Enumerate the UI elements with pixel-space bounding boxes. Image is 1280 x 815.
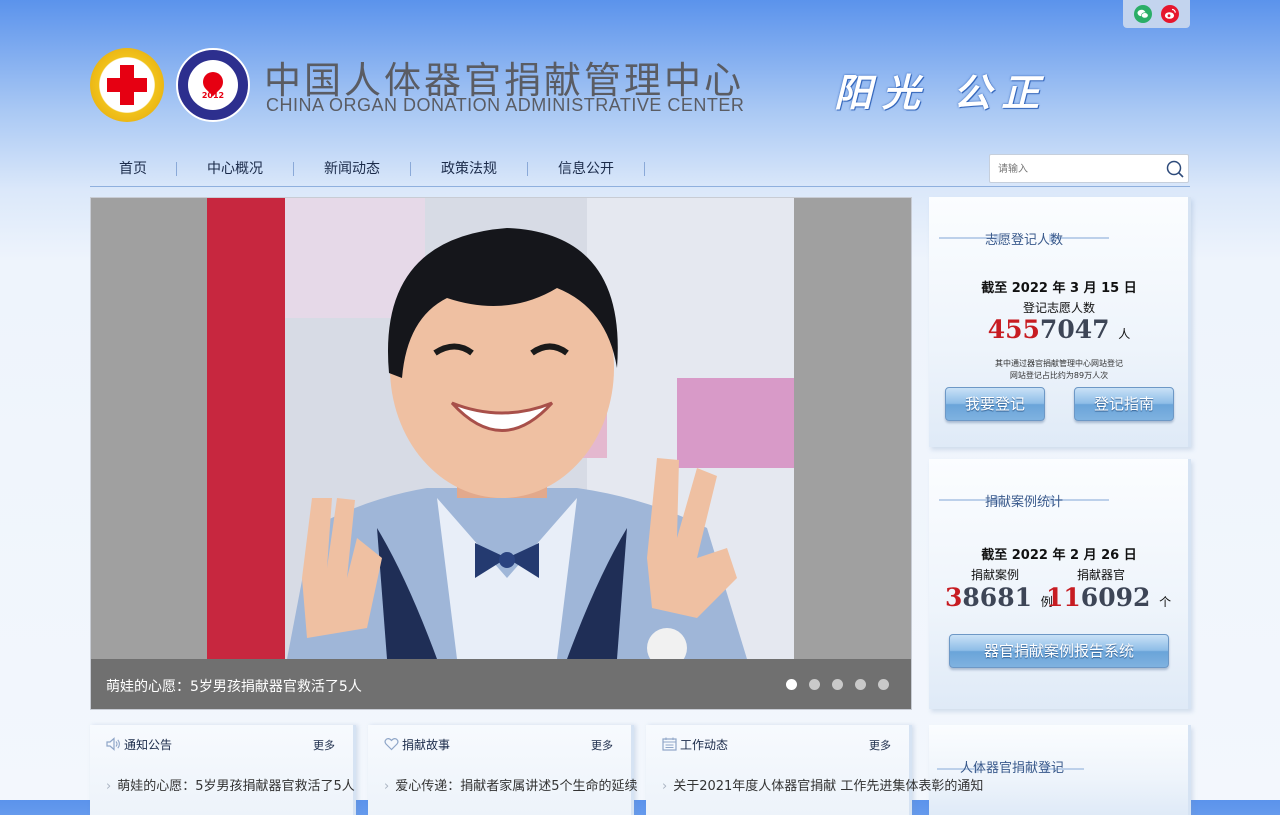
donation-organs-label: 捐献器官 (1077, 568, 1126, 582)
wechat-icon[interactable] (1134, 5, 1152, 23)
nav-item-news[interactable]: 新闻动态 (322, 158, 382, 178)
nav-item-disclosure[interactable]: 信息公开 (556, 158, 616, 178)
carousel-dot[interactable] (786, 679, 797, 690)
registry-note: 其中通过器官捐献管理中心网站登记 网站登记占比约为89万人次 (995, 359, 1123, 380)
carousel-dot[interactable] (878, 679, 889, 690)
search-box (989, 154, 1189, 183)
notice-column-title: 通知公告 (124, 738, 173, 752)
registry-title: 志愿登记人数 (984, 233, 1063, 248)
work-news-more-link[interactable]: 更多 (869, 737, 891, 753)
carousel-dot[interactable] (809, 679, 820, 690)
register-guide-button[interactable]: 登记指南 (1074, 387, 1174, 421)
nav-item-home[interactable]: 首页 (112, 158, 154, 178)
registration-title: 人体器官捐献登记 (959, 761, 1064, 776)
carousel-caption[interactable]: 萌娃的心愿：5岁男孩捐献器官救活了5人 (106, 676, 362, 696)
donation-organs-count: 116092 个 (1046, 583, 1172, 612)
list-item[interactable]: 爱心传递：捐献者家属讲述5个生命的延续 (384, 775, 637, 794)
donation-date: 截至 2022 年 2 月 26 日 (981, 548, 1137, 563)
stories-column: 捐献故事 更多 爱心传递：捐献者家属讲述5个生命的延续 (368, 725, 637, 815)
register-button[interactable]: 我要登记 (945, 387, 1045, 421)
calendar-icon (662, 736, 677, 755)
carousel-dot[interactable] (832, 679, 843, 690)
weibo-icon[interactable] (1161, 5, 1179, 23)
registry-count: 4557047 人 (987, 315, 1131, 344)
notice-more-link[interactable]: 更多 (313, 737, 335, 753)
motto: 阳光 公正 (834, 70, 1050, 115)
list-item[interactable]: 关于2021年度人体器官捐献 工作先进集体表彰的通知 (662, 775, 983, 794)
donation-cases-label: 捐献案例 (971, 568, 1020, 582)
registration-panel: 人体器官捐献登记 (929, 725, 1191, 815)
nav-item-policy[interactable]: 政策法规 (439, 158, 499, 178)
search-input[interactable] (996, 160, 1160, 179)
speaker-icon (106, 736, 121, 755)
search-icon[interactable] (1165, 159, 1185, 183)
work-news-column-title: 工作动态 (680, 738, 729, 752)
heart-icon (384, 736, 399, 755)
donation-title: 捐献案例统计 (984, 495, 1063, 510)
stories-column-title: 捐献故事 (402, 738, 451, 752)
site-subtitle: CHINA ORGAN DONATION ADMINISTRATIVE CENT… (266, 95, 745, 115)
social-bar (1123, 0, 1190, 28)
organ-donation-center-logo: 2012 (176, 48, 250, 122)
work-news-column: 工作动态 更多 关于2021年度人体器官捐献 工作先进集体表彰的通知 (646, 725, 983, 815)
donation-panel: 捐献案例统计 截至 2022 年 2 月 26 日 捐献案例 捐献器官 3868… (929, 459, 1191, 709)
carousel-photo[interactable] (207, 198, 794, 659)
donation-cases-count: 38681 例 (945, 583, 1053, 612)
hero-carousel[interactable]: 萌娃的心愿：5岁男孩捐献器官救活了5人 (90, 197, 912, 710)
stories-more-link[interactable]: 更多 (591, 737, 613, 753)
registry-date: 截至 2022 年 3 月 15 日 (981, 281, 1137, 296)
carousel-dot[interactable] (855, 679, 866, 690)
list-item[interactable]: 萌娃的心愿：5岁男孩捐献器官救活了5人 (106, 775, 355, 794)
notice-column: 通知公告 更多 萌娃的心愿：5岁男孩捐献器官救活了5人 (90, 725, 356, 815)
registry-label: 登记志愿人数 (1022, 301, 1095, 315)
nav-item-about[interactable]: 中心概况 (205, 158, 265, 178)
carousel-caption-bar: 萌娃的心愿：5岁男孩捐献器官救活了5人 (91, 659, 911, 709)
case-report-system-button[interactable]: 器官捐献案例报告系统 (949, 634, 1169, 668)
red-cross-logo (90, 48, 164, 122)
registry-panel: 志愿登记人数 截至 2022 年 3 月 15 日 登记志愿人数 4557047… (929, 197, 1191, 447)
